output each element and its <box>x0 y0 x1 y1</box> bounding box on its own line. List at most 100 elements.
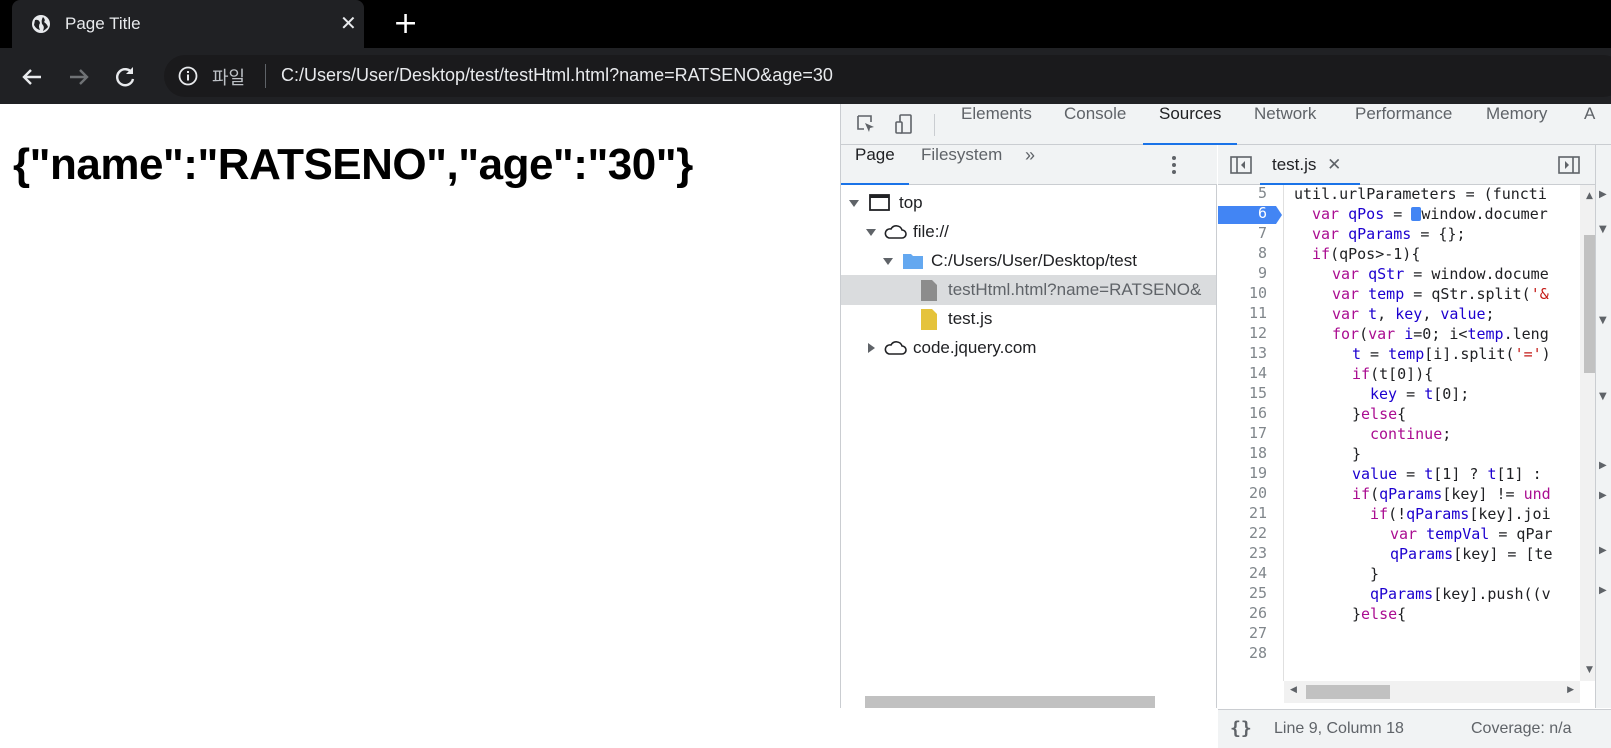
code-area[interactable]: util.urlParameters = (functi var qPos = … <box>1284 185 1580 681</box>
expand-arrow-icon[interactable]: ▶ <box>1599 585 1607 596</box>
html-file-icon <box>921 280 937 301</box>
expand-arrow-icon[interactable]: ▼ <box>1599 315 1607 326</box>
line-number[interactable]: 6 <box>1258 203 1267 223</box>
line-number[interactable]: 5 <box>1258 185 1267 203</box>
line-number[interactable]: 27 <box>1249 623 1267 643</box>
code-line: value = t[1] ? t[1] : <box>1352 465 1542 483</box>
tree-item-js-file[interactable]: test.js <box>841 304 1216 334</box>
expand-arrow-icon[interactable]: ▶ <box>1599 545 1607 556</box>
folder-icon <box>903 254 923 269</box>
globe-icon <box>32 15 50 33</box>
code-line: if(qPos>-1){ <box>1312 245 1421 263</box>
line-number[interactable]: 28 <box>1249 643 1267 663</box>
devtools-tabbar: Elements Console Sources Network Perform… <box>841 104 1611 145</box>
line-number[interactable]: 14 <box>1249 363 1267 383</box>
line-number[interactable]: 15 <box>1249 383 1267 403</box>
tab-sources[interactable]: Sources <box>1143 104 1238 145</box>
tab-performance[interactable]: Performance <box>1339 104 1468 145</box>
tab-console[interactable]: Console <box>1048 104 1142 145</box>
collapsed-arrow-icon[interactable] <box>865 342 877 354</box>
toolbar-divider <box>934 114 935 136</box>
expanded-arrow-icon[interactable] <box>882 255 894 267</box>
tab-memory[interactable]: Memory <box>1470 104 1563 145</box>
forward-icon[interactable] <box>66 64 92 90</box>
code-line: continue; <box>1370 425 1452 443</box>
line-number[interactable]: 11 <box>1249 303 1267 323</box>
navigator-horizontal-scrollbar[interactable] <box>865 696 1155 708</box>
code-line: util.urlParameters = (functi <box>1294 185 1547 203</box>
line-number-gutter[interactable]: 5 6 7 8 9 10 11 12 13 14 15 16 17 18 19 20 21 22 23 24 25 26 2… <box>1218 185 1284 681</box>
js-file-icon <box>921 309 937 330</box>
line-number[interactable]: 18 <box>1249 443 1267 463</box>
debugger-sidebar-edge[interactable]: ▶ ▼ ▼ ▼ ▶ ▶ ▶ ▶ <box>1595 145 1611 708</box>
line-number[interactable]: 25 <box>1249 583 1267 603</box>
scroll-down-arrow-icon[interactable]: ▼ <box>1586 665 1593 675</box>
address-url[interactable]: C:/Users/User/Desktop/test/testHtml.html… <box>281 65 833 86</box>
navigator-tab-page[interactable]: Page <box>841 145 909 185</box>
tab-network[interactable]: Network <box>1238 104 1332 145</box>
expand-arrow-icon[interactable]: ▶ <box>1599 189 1607 200</box>
expanded-arrow-icon[interactable] <box>865 226 877 238</box>
code-line: }else{ <box>1352 605 1407 623</box>
tab-more-truncated[interactable]: A <box>1568 104 1611 145</box>
breakpoint-marker[interactable] <box>1218 205 1284 225</box>
browser-tab[interactable]: Page Title ✕ <box>12 0 364 48</box>
tree-item-html-file[interactable]: testHtml.html?name=RATSENO& <box>841 275 1216 305</box>
line-number[interactable]: 21 <box>1249 503 1267 523</box>
close-tab-icon[interactable]: ✕ <box>340 13 357 33</box>
more-tabs-chevron-icon[interactable]: » <box>1011 145 1049 185</box>
line-number[interactable]: 24 <box>1249 563 1267 583</box>
tab-strip: Page Title ✕ + <box>0 0 1611 48</box>
line-number[interactable]: 16 <box>1249 403 1267 423</box>
expand-arrow-icon[interactable]: ▼ <box>1599 391 1607 402</box>
editor-tab-test-js[interactable]: test.js ✕ <box>1260 145 1360 185</box>
editor-horizontal-scrollbar[interactable]: ◀ ▶ <box>1284 681 1580 703</box>
toggle-debugger-icon[interactable] <box>1558 155 1580 175</box>
line-number[interactable]: 23 <box>1249 543 1267 563</box>
inspect-element-icon[interactable] <box>855 113 877 135</box>
pretty-print-icon[interactable]: {} <box>1230 718 1252 739</box>
code-line: }else{ <box>1352 405 1407 423</box>
sources-navigator: Page Filesystem » top file:// C:/Users/U… <box>841 145 1217 708</box>
address-bar[interactable]: 파일 C:/Users/User/Desktop/test/testHtml.h… <box>164 55 1611 97</box>
expand-arrow-icon[interactable]: ▶ <box>1599 460 1607 471</box>
line-number[interactable]: 19 <box>1249 463 1267 483</box>
tree-item-label: top <box>899 193 923 212</box>
editor-tabbar: test.js ✕ <box>1218 145 1611 185</box>
info-icon[interactable] <box>178 66 198 86</box>
tree-item-folder[interactable]: C:/Users/User/Desktop/test <box>841 246 1216 276</box>
line-number[interactable]: 13 <box>1249 343 1267 363</box>
scrollbar-thumb[interactable] <box>1306 685 1390 699</box>
reload-icon[interactable] <box>112 64 138 90</box>
scroll-left-arrow-icon[interactable]: ◀ <box>1290 685 1297 695</box>
tree-item-file-scheme[interactable]: file:// <box>841 217 1216 247</box>
kebab-menu-icon[interactable] <box>1166 155 1182 175</box>
editor-tab-label: test.js <box>1272 155 1317 174</box>
device-toolbar-icon[interactable] <box>893 113 915 135</box>
line-number[interactable]: 20 <box>1249 483 1267 503</box>
line-number[interactable]: 12 <box>1249 323 1267 343</box>
line-number[interactable]: 8 <box>1258 243 1267 263</box>
source-editor: test.js ✕ 5 6 7 8 9 10 11 12 13 14 15 16 17 18 19 20 21 2… <box>1218 145 1611 748</box>
line-number[interactable]: 26 <box>1249 603 1267 623</box>
line-number[interactable]: 22 <box>1249 523 1267 543</box>
toggle-navigator-icon[interactable] <box>1230 155 1252 175</box>
line-number[interactable]: 10 <box>1249 283 1267 303</box>
code-line: qParams[key] = [te <box>1390 545 1553 563</box>
scroll-up-arrow-icon[interactable]: ▲ <box>1586 191 1593 201</box>
back-icon[interactable] <box>19 64 45 90</box>
tree-item-jquery-domain[interactable]: code.jquery.com <box>841 333 1216 363</box>
new-tab-icon[interactable]: + <box>393 9 418 39</box>
navigator-tab-filesystem[interactable]: Filesystem <box>907 145 1016 185</box>
line-number[interactable]: 17 <box>1249 423 1267 443</box>
tree-item-top[interactable]: top <box>841 188 1216 218</box>
scroll-right-arrow-icon[interactable]: ▶ <box>1567 685 1574 695</box>
expanded-arrow-icon[interactable] <box>848 197 860 209</box>
line-number[interactable]: 7 <box>1258 223 1267 243</box>
expand-arrow-icon[interactable]: ▶ <box>1599 490 1607 501</box>
line-number[interactable]: 9 <box>1258 263 1267 283</box>
expand-arrow-icon[interactable]: ▼ <box>1599 224 1607 235</box>
close-editor-tab-icon[interactable]: ✕ <box>1327 155 1341 174</box>
code-line: var temp = qStr.split('& <box>1332 285 1549 303</box>
tab-elements[interactable]: Elements <box>945 104 1048 145</box>
